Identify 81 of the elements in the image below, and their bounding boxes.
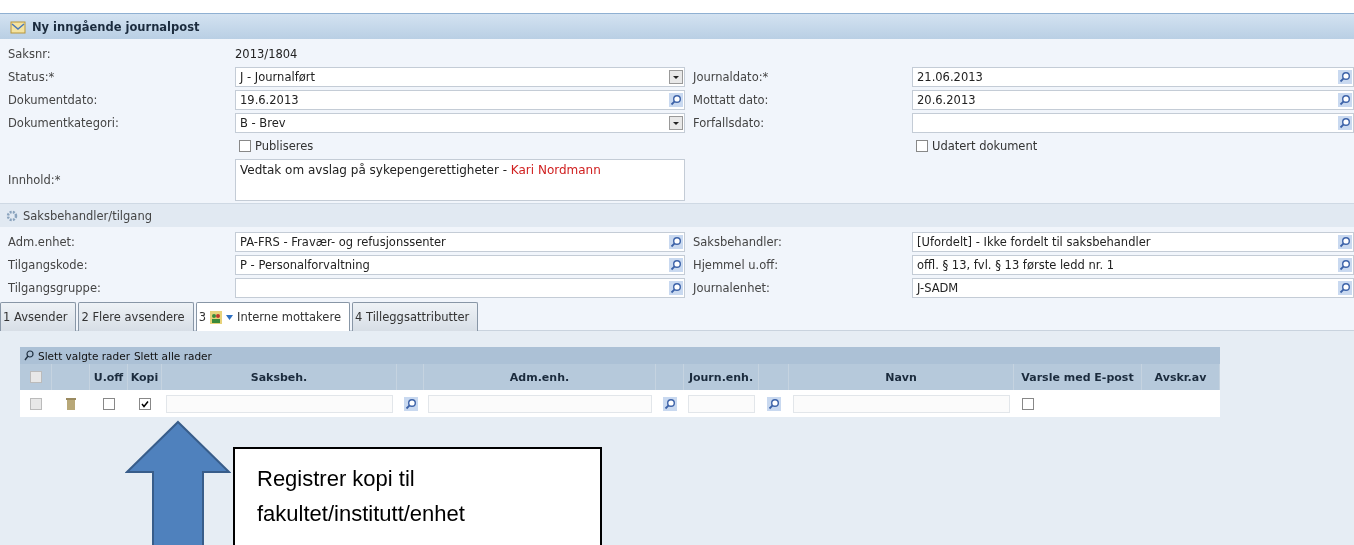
field-value: 2013/1804	[235, 46, 298, 61]
checkbox[interactable]	[239, 139, 251, 152]
search-icon[interactable]	[669, 92, 683, 107]
column-header: U.off	[93, 370, 124, 384]
input-field[interactable]	[428, 394, 652, 413]
column-header: Journ.enh.	[688, 370, 754, 384]
column-header: Avskr.av	[1154, 370, 1207, 384]
checkbox-label: Udatert dokument	[932, 138, 1038, 153]
lookup-field[interactable]: offl. § 13, fvl. § 13 første ledd nr. 1	[912, 254, 1354, 275]
field-label: Hjemmel u.off:	[693, 257, 779, 272]
toolbar-link[interactable]: Slett alle rader	[133, 349, 212, 362]
field-label: Forfallsdato:	[693, 115, 765, 130]
caret-icon	[669, 69, 683, 84]
lookup-field[interactable]	[912, 112, 1354, 133]
column-header: Kopi	[130, 370, 159, 384]
column-header: Navn	[885, 370, 917, 384]
tab[interactable]: 2 Flere avsendere	[78, 302, 194, 331]
checkbox[interactable]	[139, 397, 151, 410]
field-label: Adm.enhet:	[8, 234, 75, 249]
search-icon[interactable]	[1338, 234, 1352, 249]
search-icon[interactable]	[669, 280, 683, 295]
text-area[interactable]: Vedtak om avslag på sykepengerettigheter - Kari Nordmann	[235, 159, 685, 201]
callout-text: Registrer kopi til	[257, 465, 415, 493]
field-label: Journalenhet:	[693, 280, 770, 295]
people-icon	[210, 310, 222, 324]
form-title: Ny inngående journalpost	[32, 19, 200, 34]
tab[interactable]: 1 Avsender	[0, 302, 77, 331]
search-icon[interactable]	[1338, 69, 1352, 84]
up-arrow-icon	[125, 420, 231, 545]
input-field[interactable]	[688, 394, 755, 413]
search-icon[interactable]	[24, 350, 34, 361]
lookup-field[interactable]: 20.6.2013	[912, 89, 1354, 110]
lookup-field[interactable]: 21.06.2013	[912, 66, 1354, 87]
field-label: Innhold:*	[8, 173, 61, 187]
envelope-icon	[10, 19, 26, 34]
section-title: Saksbehandler/tilgang	[23, 208, 152, 223]
field-label: Dokumentdato:	[8, 92, 98, 107]
checkbox-label: Publiseres	[255, 138, 314, 153]
checkbox[interactable]	[103, 397, 115, 410]
search-icon[interactable]	[663, 396, 677, 411]
tab[interactable]: 4 Tilleggsattributter	[352, 302, 479, 331]
lookup-field[interactable]: 19.6.2013	[235, 89, 685, 110]
lookup-field[interactable]: [Ufordelt] - Ikke fordelt til saksbehandler	[912, 231, 1354, 252]
field-label: Mottatt dato:	[693, 92, 769, 107]
search-icon[interactable]	[1338, 115, 1352, 130]
input-field[interactable]	[793, 394, 1010, 413]
search-icon[interactable]	[403, 396, 418, 411]
field-label: Saksbehandler:	[693, 234, 782, 249]
dropdown[interactable]: B - Brev	[235, 112, 685, 133]
caret-icon	[226, 314, 233, 320]
search-icon[interactable]	[1338, 257, 1352, 272]
checkbox[interactable]	[916, 139, 928, 152]
column-header: Varsle med E-post	[1021, 370, 1134, 384]
field-label: Status:*	[8, 69, 55, 84]
select-all-checkbox[interactable]	[29, 371, 42, 383]
search-icon[interactable]	[767, 396, 781, 411]
search-icon[interactable]	[1338, 280, 1352, 295]
row-checkbox[interactable]	[30, 397, 42, 410]
dropdown[interactable]: J - Journalført	[235, 66, 685, 87]
search-icon[interactable]	[1338, 92, 1352, 107]
input-field[interactable]	[166, 394, 393, 413]
lookup-field[interactable]: P - Personalforvaltning	[235, 254, 685, 275]
lookup-field[interactable]: J-SADM	[912, 277, 1354, 298]
trash-icon[interactable]	[66, 397, 76, 410]
toolbar-link[interactable]: Slett valgte rader	[38, 349, 130, 362]
field-label: Tilgangskode:	[8, 257, 88, 272]
checkbox[interactable]	[1022, 397, 1034, 410]
field-label: Journaldato:*	[693, 69, 769, 84]
column-header: Adm.enh.	[509, 370, 570, 384]
search-icon[interactable]	[669, 234, 683, 249]
lookup-field[interactable]: PA-FRS - Fravær- og refusjonssenter	[235, 231, 685, 252]
tab[interactable]: 3 Interne mottakere	[195, 302, 350, 331]
callout-text: fakultet/institutt/enhet	[257, 500, 465, 528]
search-icon[interactable]	[669, 257, 683, 272]
column-header: Saksbeh.	[250, 370, 308, 384]
field-label: Dokumentkategori:	[8, 115, 119, 130]
lookup-field[interactable]	[235, 277, 685, 298]
caret-icon	[669, 115, 683, 130]
field-label: Tilgangsgruppe:	[8, 280, 101, 295]
field-label: Saksnr:	[8, 46, 51, 61]
gear-icon	[6, 209, 18, 222]
